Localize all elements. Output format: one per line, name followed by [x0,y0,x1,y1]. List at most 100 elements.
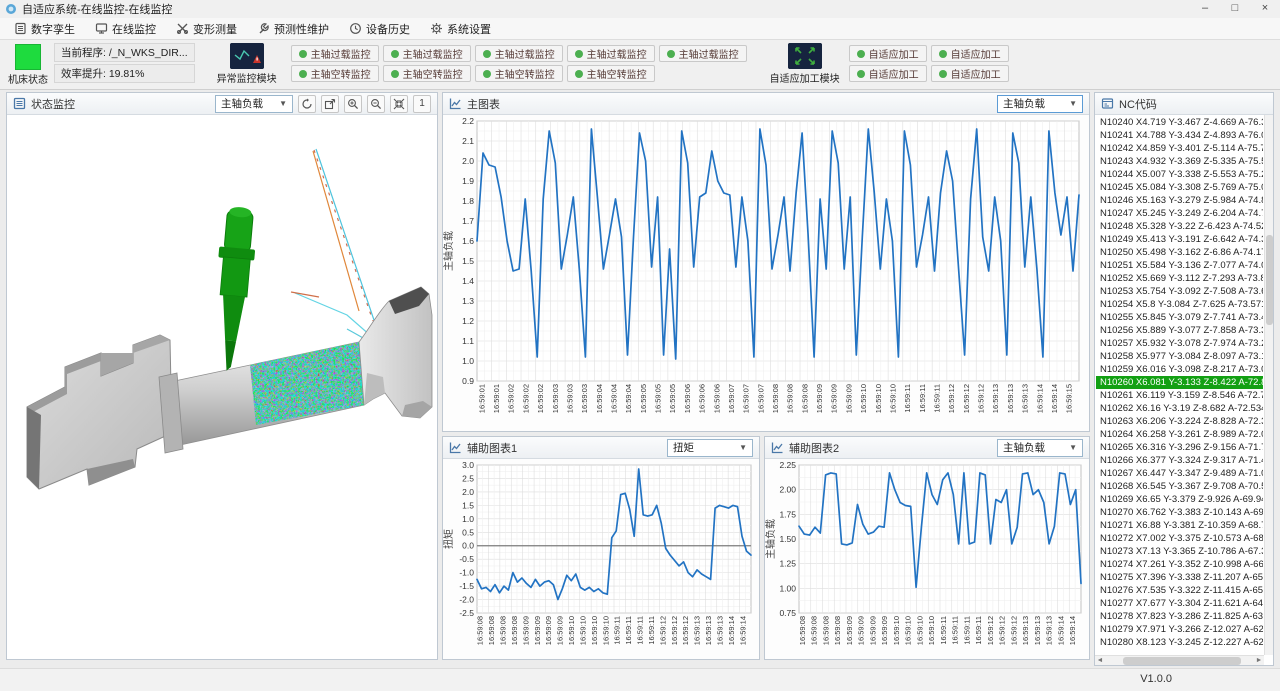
nc-code-line[interactable]: N10240 X4.719 Y-3.467 Z-4.669 A-76.396 [1096,116,1263,129]
nc-code-line[interactable]: N10248 X5.328 Y-3.22 Z-6.423 A-74.52 C [1096,220,1263,233]
viewport-3d[interactable] [7,115,437,659]
menu-deformation-measure[interactable]: 变形测量 [166,19,247,39]
nc-code-panel: NC代码 N10240 X4.719 Y-3.467 Z-4.669 A-76.… [1094,92,1274,666]
nc-code-line[interactable]: N10265 X6.316 Y-3.296 Z-9.156 A-71.771 [1096,441,1263,454]
nc-code-line[interactable]: N10273 X7.13 Y-3.365 Z-10.786 A-67.372 [1096,545,1263,558]
adaptive-machining-button[interactable]: 自适应加工 [849,65,927,82]
nc-code-line[interactable]: N10276 X7.535 Y-3.322 Z-11.415 A-65.22 [1096,584,1263,597]
nc-code-line[interactable]: N10267 X6.447 Y-3.347 Z-9.489 A-71.055 [1096,467,1263,480]
svg-text:16:59:09: 16:59:09 [868,616,877,645]
nc-code-line[interactable]: N10246 X5.163 Y-3.279 Z-5.984 A-74.892 [1096,194,1263,207]
nc-code-line[interactable]: N10274 X7.261 Y-3.352 Z-10.998 A-66.67 [1096,558,1263,571]
overload-monitor-button[interactable]: 主轴过载监控 [383,45,471,62]
nc-code-line[interactable]: N10244 X5.007 Y-3.338 Z-5.553 A-75.297 [1096,168,1263,181]
adaptive-module[interactable]: 自适应加工模块 [769,43,841,85]
nc-code-line[interactable]: N10254 X5.8 Y-3.084 Z-7.625 A-73.571 C [1096,298,1263,311]
nc-code-line[interactable]: N10259 X6.016 Y-3.098 Z-8.217 A-73.036 [1096,363,1263,376]
nc-code-line[interactable]: N10280 X8.123 Y-3.245 Z-12.227 A-62.23 [1096,636,1263,649]
nc-code-line[interactable]: N10251 X5.584 Y-3.136 Z-7.077 A-74.012 [1096,259,1263,272]
nc-code-line[interactable]: N10260 X6.081 Y-3.133 Z-8.422 A-72.835 [1096,376,1263,389]
nc-code-line[interactable]: N10255 X5.845 Y-3.079 Z-7.741 A-73.458 [1096,311,1263,324]
svg-text:1.4: 1.4 [462,276,474,286]
nc-code-line[interactable]: N10279 X7.971 Y-3.266 Z-12.027 A-62.98 [1096,623,1263,636]
status-dot-icon [857,70,865,78]
nc-code-line[interactable]: N10241 X4.788 Y-3.434 Z-4.893 A-76.062 [1096,129,1263,142]
nc-code-line[interactable]: N10263 X6.206 Y-3.224 Z-8.828 A-72.33 C [1096,415,1263,428]
svg-text:16:59:06: 16:59:06 [712,384,721,413]
svg-text:16:59:14: 16:59:14 [1056,616,1065,645]
svg-text:3.0: 3.0 [462,460,474,470]
status-signal-select[interactable]: 主轴负载▼ [215,95,293,113]
scroll-left-arrow[interactable]: ◄ [1095,657,1105,664]
menu-system-settings[interactable]: 系统设置 [420,19,501,39]
button-label: 主轴空转监控 [495,66,555,81]
nc-code-line[interactable]: N10253 X5.754 Y-3.092 Z-7.508 A-73.677 [1096,285,1263,298]
nc-code-line[interactable]: N10270 X6.762 Y-3.383 Z-10.143 A-69.34 [1096,506,1263,519]
zoom-in-button[interactable] [344,95,362,113]
scroll-thumb[interactable] [1266,235,1273,325]
adaptive-machining-button[interactable]: 自适应加工 [849,45,927,62]
nc-code-line[interactable]: N10249 X5.413 Y-3.191 Z-6.642 A-74.346 [1096,233,1263,246]
status-bar: V1.0.0 [0,668,1280,691]
svg-text:16:59:13: 16:59:13 [1021,384,1030,413]
button-label: 主轴过载监控 [679,46,739,61]
fit-view-button[interactable] [390,95,408,113]
nc-code-line[interactable]: N10277 X7.677 Y-3.304 Z-11.621 A-64.48 [1096,597,1263,610]
idle-monitor-button[interactable]: 主轴空转监控 [383,65,471,82]
nc-code-line[interactable]: N10250 X5.498 Y-3.162 Z-6.86 A-74.178 C [1096,246,1263,259]
nc-code-line[interactable]: N10245 X5.084 Y-3.308 Z-5.769 A-75.088 [1096,181,1263,194]
nc-code-line[interactable]: N10262 X6.16 Y-3.19 Z-8.682 A-72.534 C [1096,402,1263,415]
adaptive-machining-button[interactable]: 自适应加工 [931,45,1009,62]
menu-device-history[interactable]: 设备历史 [339,19,420,39]
nc-code-line[interactable]: N10275 X7.396 Y-3.338 Z-11.207 A-65.95 [1096,571,1263,584]
aux-chart2-signal-select[interactable]: 主轴负载▼ [997,439,1083,457]
svg-text:主轴负载: 主轴负载 [765,519,777,559]
rotate-view-button[interactable] [298,95,316,113]
nc-horizontal-scrollbar[interactable]: ◄► [1095,655,1264,665]
nc-code-line[interactable]: N10242 X4.859 Y-3.401 Z-5.114 A-75.775 [1096,142,1263,155]
scroll-right-arrow[interactable]: ► [1254,657,1264,664]
idle-monitor-button[interactable]: 主轴空转监控 [291,65,379,82]
overload-monitor-button[interactable]: 主轴过载监控 [291,45,379,62]
aux-chart1-signal-select[interactable]: 扭矩▼ [667,439,753,457]
nc-code-line[interactable]: N10252 X5.669 Y-3.112 Z-7.293 A-73.844 [1096,272,1263,285]
scroll-thumb[interactable] [1123,657,1241,665]
nc-code-line[interactable]: N10278 X7.823 Y-3.286 Z-11.825 A-63.73 [1096,610,1263,623]
nc-vertical-scrollbar[interactable] [1264,115,1273,655]
svg-text:16:59:10: 16:59:10 [601,616,610,645]
idle-monitor-button[interactable]: 主轴空转监控 [475,65,563,82]
nc-code-line[interactable]: N10269 X6.65 Y-3.379 Z-9.926 A-69.947 C [1096,493,1263,506]
anomaly-module[interactable]: 异常监控模块 [211,43,283,85]
zoom-out-button[interactable] [367,95,385,113]
nc-code-line[interactable]: N10247 X5.245 Y-3.249 Z-6.204 A-74.701 [1096,207,1263,220]
zoom-level-indicator[interactable]: 1 [413,95,431,113]
svg-text:16:59:09: 16:59:09 [533,616,542,645]
maximize-button[interactable]: □ [1220,0,1250,18]
menu-digital-twin[interactable]: 数字孪生 [4,19,85,39]
menu-predictive-maintenance[interactable]: 预测性维护 [247,19,339,39]
nc-code-line[interactable]: N10268 X6.545 Y-3.367 Z-9.708 A-70.519 [1096,480,1263,493]
pan-view-button[interactable] [321,95,339,113]
menu-online-monitoring[interactable]: 在线监控 [85,19,166,39]
nc-code-line[interactable]: N10271 X6.88 Y-3.381 Z-10.359 A-68.711 [1096,519,1263,532]
svg-text:16:59:12: 16:59:12 [977,384,986,413]
nc-code-line[interactable]: N10257 X5.932 Y-3.078 Z-7.974 A-73.243 [1096,337,1263,350]
adaptive-machining-button[interactable]: 自适应加工 [931,65,1009,82]
button-label: 主轴空转监控 [311,66,371,81]
close-button[interactable]: × [1250,0,1280,18]
nc-code-line[interactable]: N10264 X6.258 Y-3.261 Z-8.989 A-72.072 [1096,428,1263,441]
nc-code-list[interactable]: N10240 X4.719 Y-3.467 Z-4.669 A-76.396N1… [1095,115,1273,665]
overload-monitor-button[interactable]: 主轴过载监控 [659,45,747,62]
overload-monitor-button[interactable]: 主轴过载监控 [567,45,655,62]
nc-code-line[interactable]: N10258 X5.977 Y-3.084 Z-8.097 A-73.138 [1096,350,1263,363]
nc-code-line[interactable]: N10266 X6.377 Y-3.324 Z-9.317 A-71.443 [1096,454,1263,467]
nc-code-line[interactable]: N10261 X6.119 Y-3.159 Z-8.546 A-72.701 [1096,389,1263,402]
idle-monitor-button[interactable]: 主轴空转监控 [567,65,655,82]
svg-text:16:59:14: 16:59:14 [1068,616,1077,645]
minimize-button[interactable]: – [1190,0,1220,18]
nc-code-line[interactable]: N10243 X4.932 Y-3.369 Z-5.335 A-75.523 [1096,155,1263,168]
main-chart-signal-select[interactable]: 主轴负载▼ [997,95,1083,113]
nc-code-line[interactable]: N10272 X7.002 Y-3.375 Z-10.573 A-68.05 [1096,532,1263,545]
nc-code-line[interactable]: N10256 X5.889 Y-3.077 Z-7.858 A-73.348 [1096,324,1263,337]
overload-monitor-button[interactable]: 主轴过载监控 [475,45,563,62]
